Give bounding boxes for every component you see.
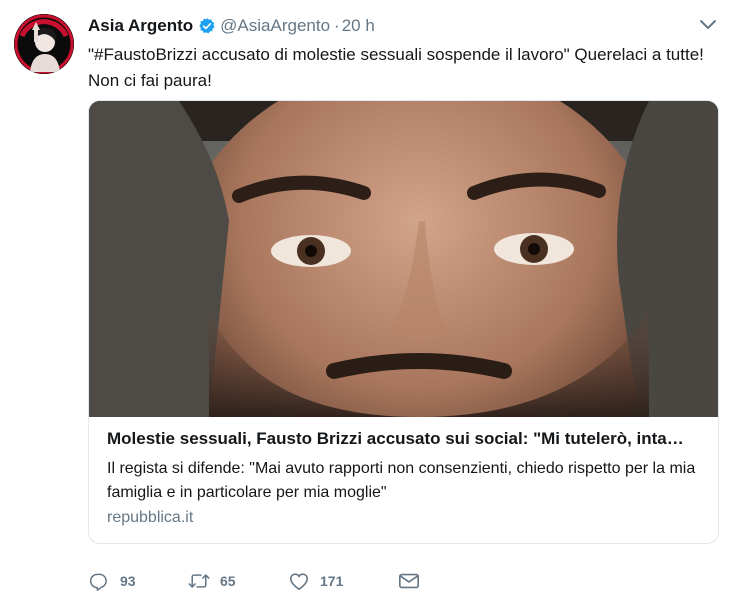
chevron-down-icon[interactable] xyxy=(699,18,717,32)
tweet-text-line-1: "#FaustoBrizzi accusato di molestie sess… xyxy=(88,45,704,64)
reply-count: 93 xyxy=(120,573,136,589)
tweet-text-line-2: Non ci fai paura! xyxy=(88,71,212,90)
avatar[interactable] xyxy=(14,14,74,74)
display-name[interactable]: Asia Argento xyxy=(88,16,193,36)
card-domain: repubblica.it xyxy=(107,509,194,526)
card-description: Il regista si difende: "Mai avuto rappor… xyxy=(107,460,696,501)
reply-button[interactable]: 93 xyxy=(88,571,188,591)
link-card[interactable]: Molestie sessuali, Fausto Brizzi accusat… xyxy=(88,100,719,544)
retweet-icon xyxy=(188,574,210,588)
like-count: 171 xyxy=(320,573,344,589)
user-handle[interactable]: @AsiaArgento xyxy=(220,16,330,36)
card-title[interactable]: Molestie sessuali, Fausto Brizzi accusat… xyxy=(107,426,707,452)
separator-dot: · xyxy=(334,16,340,35)
retweet-button[interactable]: 65 xyxy=(188,571,288,591)
like-icon xyxy=(290,573,308,590)
direct-message-button[interactable] xyxy=(398,571,420,591)
avatar-image xyxy=(14,14,74,74)
retweet-count: 65 xyxy=(220,573,236,589)
tweet-header: Asia Argento @AsiaArgento · 20 h xyxy=(88,14,681,38)
tweet-text: "#FaustoBrizzi accusato di molestie sess… xyxy=(88,42,728,94)
tweet-timestamp[interactable]: 20 h xyxy=(342,16,375,36)
card-body: Molestie sessuali, Fausto Brizzi accusat… xyxy=(107,426,707,527)
verified-badge-icon xyxy=(199,18,215,34)
like-button[interactable]: 171 xyxy=(288,571,398,591)
reply-icon xyxy=(89,573,107,591)
tweet-actions: 93 65 171 xyxy=(88,568,420,594)
card-image xyxy=(89,101,718,417)
direct-message-icon xyxy=(399,573,419,589)
